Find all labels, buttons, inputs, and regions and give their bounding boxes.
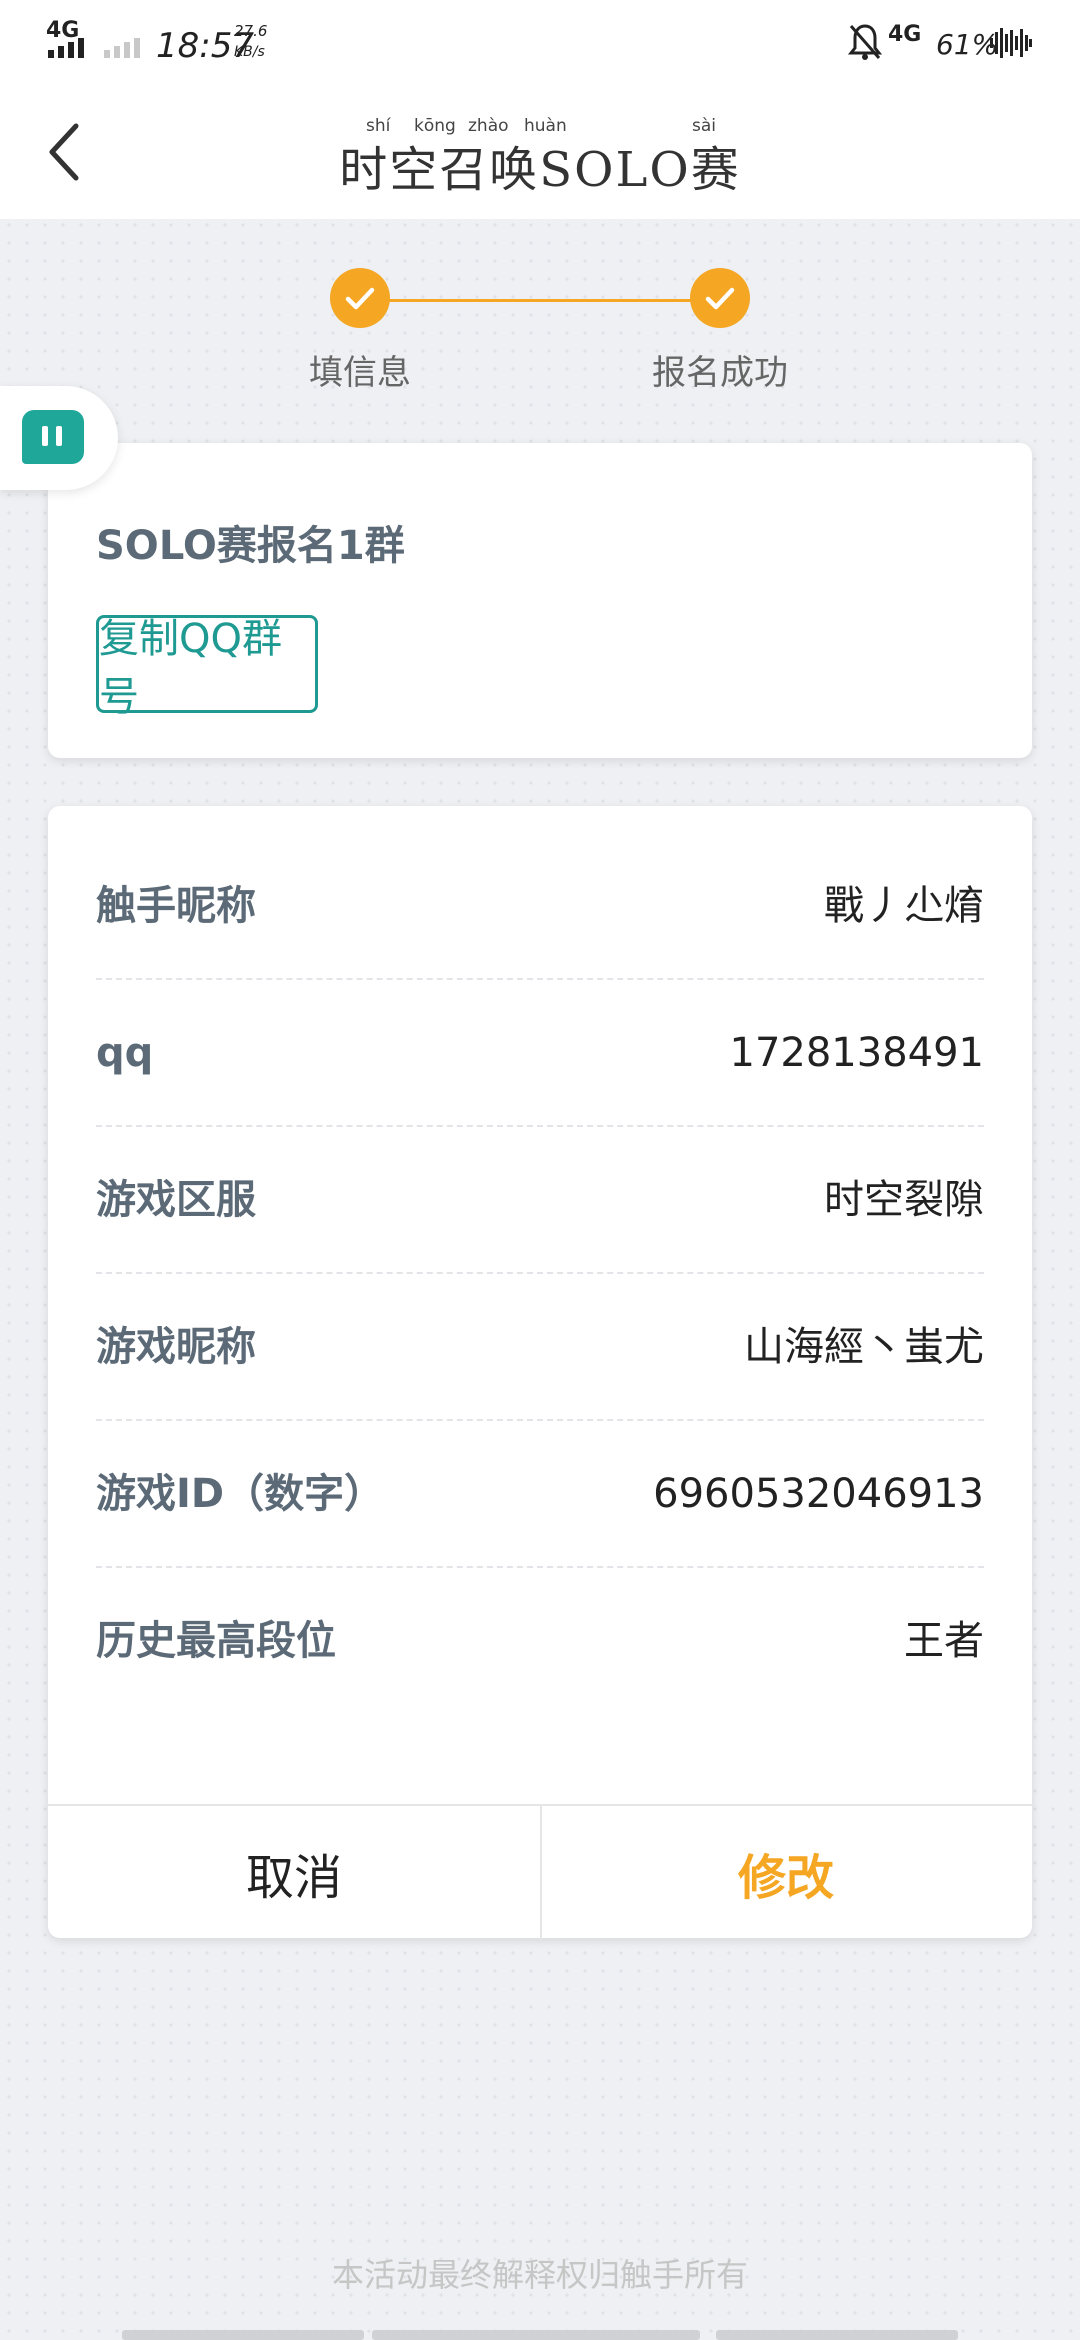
info-value: 1728138491 [729,1030,985,1076]
info-row: 游戏昵称 山海經丶蚩尤 [96,1274,984,1421]
step-2-check-icon [690,268,750,328]
chat-bubble-icon [22,410,84,464]
footer-disclaimer: 本活动最终解释权归触手所有 [331,2256,748,2294]
info-row: 历史最高段位 王者 [96,1568,984,1715]
signal-secondary-icon [104,38,140,58]
info-value: 时空裂隙 [824,1177,984,1223]
network-speed-value: 27.6 [234,22,268,40]
step-connector [360,299,720,302]
chat-float-button[interactable] [0,386,118,490]
status-bar: 4G 18:57 27.6 KB/s 4G 61% [0,0,1080,84]
info-row: 游戏区服 时空裂隙 [96,1127,984,1274]
group-name: SOLO赛报名1群 [96,523,405,569]
step-1-label: 填信息 [309,353,411,393]
info-value: 王者 [904,1618,984,1664]
info-row: qq 1728138491 [96,980,984,1127]
cancel-button[interactable]: 取消 [48,1806,542,1940]
nav-indicator-center [372,2330,700,2340]
audio-wave-icon [990,28,1032,58]
qq-group-card: SOLO赛报名1群 复制QQ群号 [48,443,1032,758]
info-row: 游戏ID（数字） 6960532046913 [96,1421,984,1568]
info-label: 游戏区服 [96,1177,256,1223]
info-label: 游戏昵称 [96,1324,256,1370]
network-speed-unit: KB/s [234,44,265,60]
step-1-check-icon [330,268,390,328]
step-2-label: 报名成功 [652,353,788,393]
info-label: qq [96,1030,154,1076]
edit-button[interactable]: 修改 [540,1806,1032,1940]
mute-bell-icon [848,24,882,60]
registration-info-card: 触手昵称 戰丿尐焴 qq 1728138491 游戏区服 时空裂隙 游戏昵称 山… [48,806,1032,1940]
action-bar: 取消 修改 [48,1804,1032,1940]
network-type-right: 4G [888,22,922,47]
nav-indicator-left [122,2330,364,2340]
info-label: 游戏ID（数字） [96,1471,385,1517]
info-label: 历史最高段位 [96,1618,336,1664]
copy-qq-group-button[interactable]: 复制QQ群号 [96,615,318,720]
info-value: 6960532046913 [653,1471,984,1517]
info-value: 戰丿尐焴 [824,883,984,929]
info-row: 触手昵称 戰丿尐焴 [96,833,984,980]
info-label: 触手昵称 [96,883,256,929]
nav-indicator-right [716,2330,958,2340]
signal-icon [48,38,84,58]
battery-percent: 61% [936,28,999,61]
info-value: 山海經丶蚩尤 [744,1324,984,1370]
page-title: 时空召唤SOLO赛 [339,142,741,198]
